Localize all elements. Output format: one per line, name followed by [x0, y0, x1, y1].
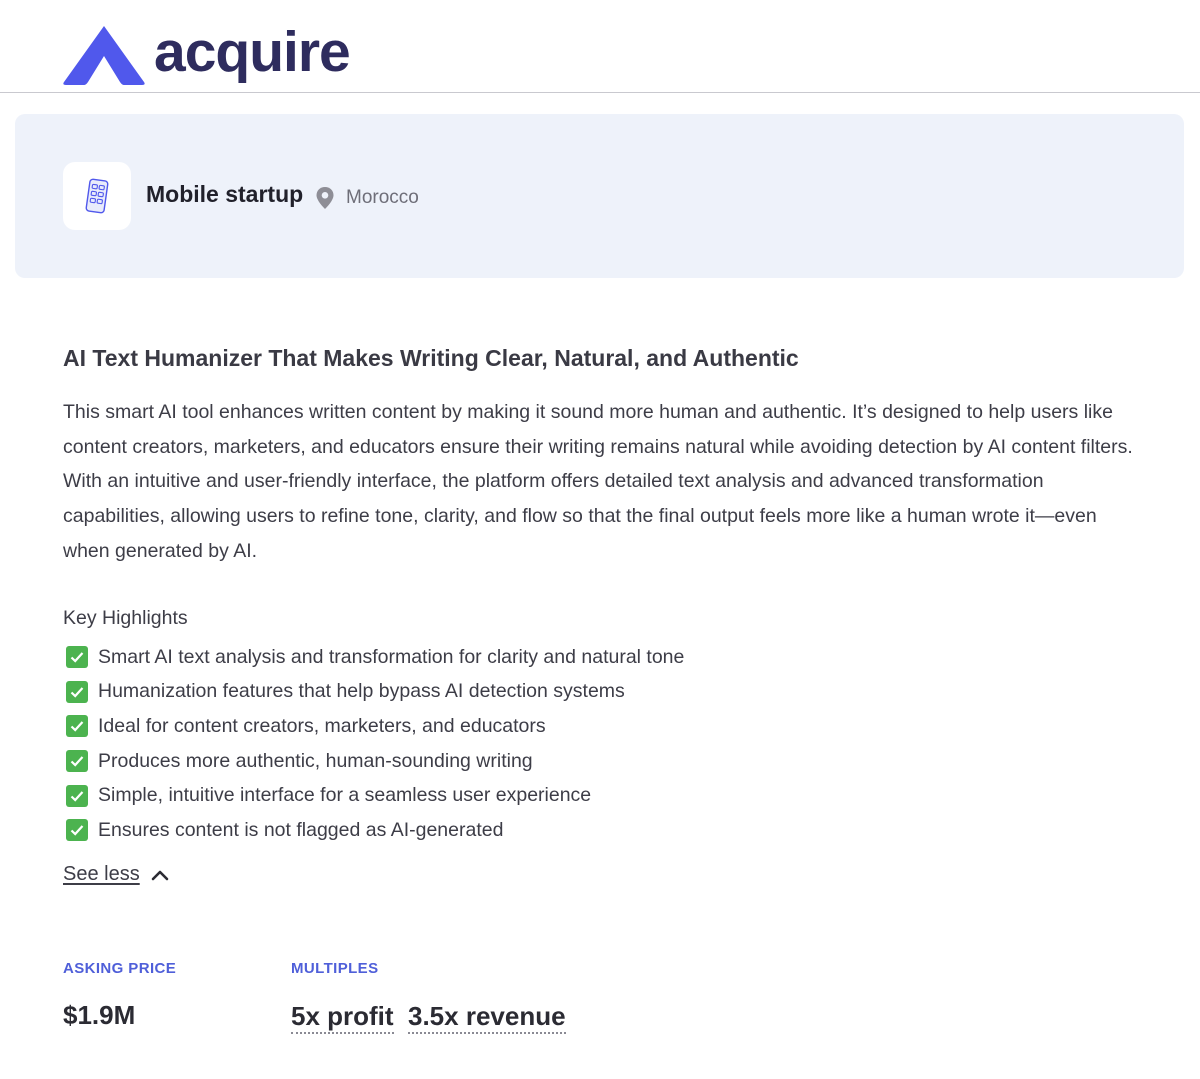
map-pin-icon — [316, 187, 334, 209]
list-item: Smart AI text analysis and transformatio… — [63, 640, 684, 675]
check-mark-icon — [66, 819, 88, 842]
list-item: Ideal for content creators, marketers, a… — [63, 709, 684, 744]
list-item: Simple, intuitive interface for a seamle… — [63, 778, 684, 813]
top-navigation-bar: acquire — [0, 0, 1200, 93]
mobile-phone-icon — [63, 162, 131, 230]
check-mark-icon — [66, 646, 88, 669]
check-mark-icon — [66, 750, 88, 773]
acquire-logo[interactable]: acquire — [62, 19, 351, 86]
check-mark-icon — [66, 680, 88, 703]
highlights-heading: Key Highlights — [63, 607, 188, 629]
highlight-text: Produces more authentic, human-sounding … — [98, 749, 533, 772]
see-less-toggle[interactable]: See less — [63, 863, 170, 886]
startup-summary-card: Mobile startup Morocco — [15, 114, 1184, 278]
highlight-text: Humanization features that help bypass A… — [98, 680, 625, 703]
asking-price-value: $1.9M — [63, 1000, 136, 1030]
acquire-logo-mark-icon — [63, 26, 145, 85]
logo-wordmark: acquire — [154, 19, 351, 84]
highlight-text: Ideal for content creators, marketers, a… — [98, 714, 546, 737]
highlight-text: Simple, intuitive interface for a seamle… — [98, 784, 592, 807]
chevron-up-icon[interactable] — [150, 868, 170, 882]
highlights-list: Smart AI text analysis and transformatio… — [63, 640, 684, 848]
list-item: Ensures content is not flagged as AI-gen… — [63, 813, 684, 848]
list-item: Produces more authentic, human-sounding … — [63, 744, 684, 779]
startup-category: Mobile startup — [146, 181, 304, 207]
startup-location: Morocco — [346, 187, 419, 208]
highlight-text: Smart AI text analysis and transformatio… — [98, 645, 685, 668]
highlight-text: Ensures content is not flagged as AI-gen… — [98, 818, 504, 841]
revenue-multiple[interactable]: 3.5x revenue — [408, 1000, 566, 1034]
see-less-link[interactable]: See less — [63, 863, 140, 886]
asking-price-label: ASKING PRICE — [63, 960, 177, 977]
check-mark-icon — [66, 784, 88, 807]
list-item: Humanization features that help bypass A… — [63, 675, 684, 710]
multiples-label: MULTIPLES — [291, 960, 379, 977]
profit-multiple[interactable]: 5x profit — [291, 1000, 394, 1034]
listing-description: This smart AI tool enhances written cont… — [63, 401, 1133, 562]
check-mark-icon — [66, 715, 88, 738]
listing-title: AI Text Humanizer That Makes Writing Cle… — [63, 345, 799, 371]
